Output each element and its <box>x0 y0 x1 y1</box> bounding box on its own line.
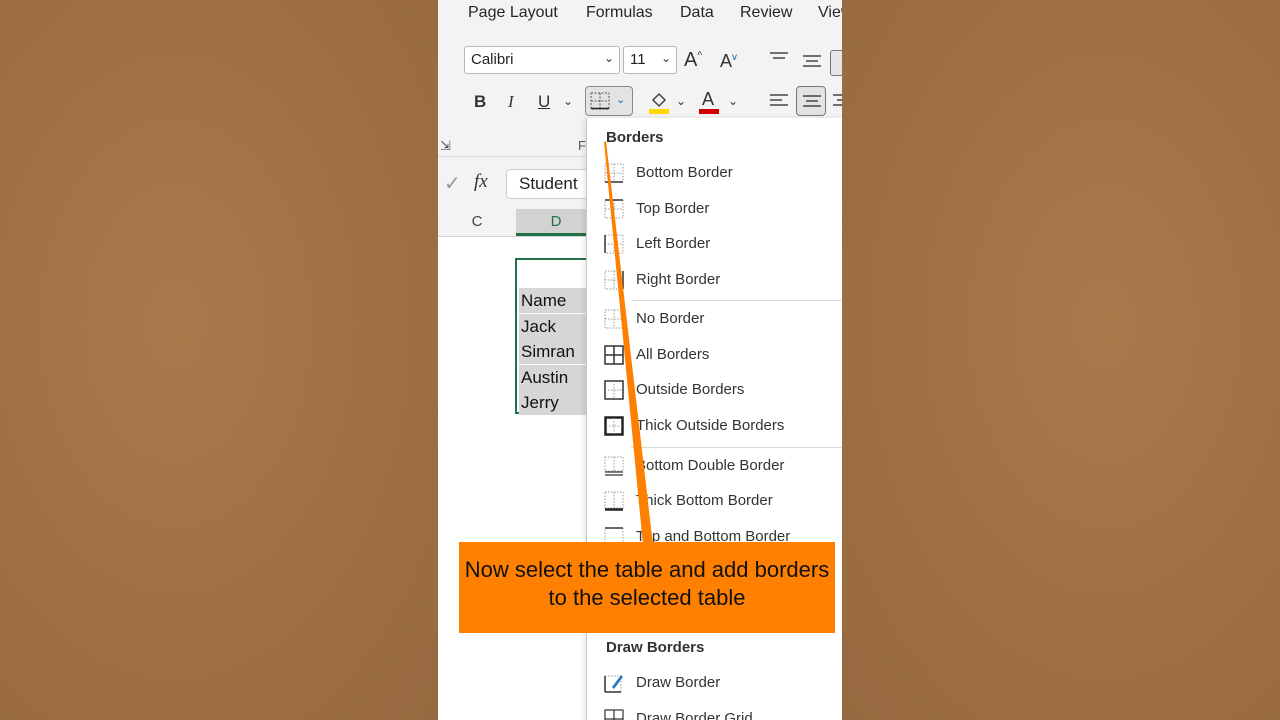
excel-screenshot: Page Layout Formulas Data Review View Ca… <box>438 0 842 720</box>
background-right <box>842 0 1280 720</box>
instruction-callout: Now select the table and add borders to … <box>459 542 835 633</box>
background-left <box>0 0 438 720</box>
